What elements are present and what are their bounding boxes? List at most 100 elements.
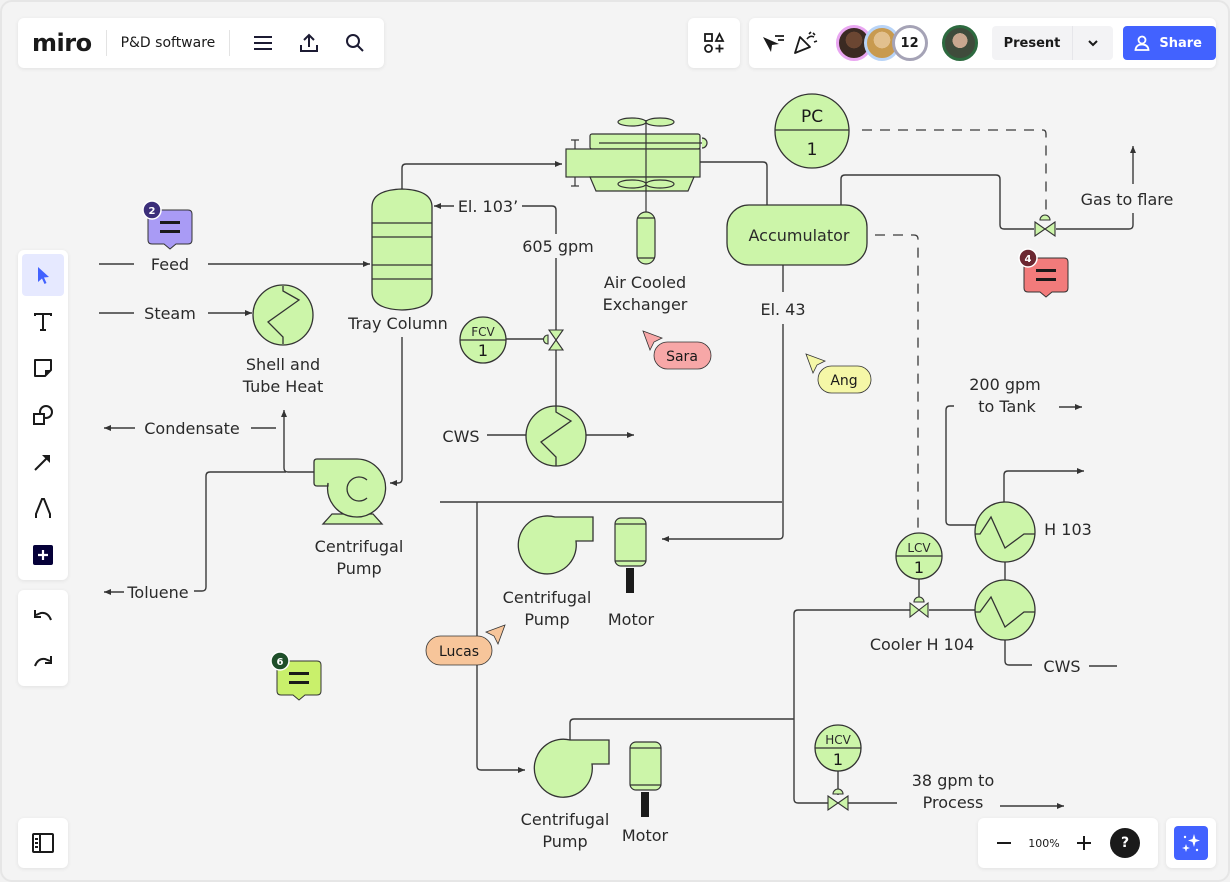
cursor-filter-icon	[763, 35, 785, 52]
comment-count-6: 6	[277, 657, 284, 668]
cursor-lucas: Lucas	[425, 624, 506, 666]
celebrate-icon	[794, 31, 818, 54]
hcv-tag-bottom: 1	[833, 750, 843, 769]
column-bottom-line	[390, 337, 403, 486]
ai-assist-button[interactable]	[1174, 826, 1208, 860]
pen-icon	[35, 498, 51, 519]
label-air-cooled-1: Air Cooled	[604, 273, 686, 292]
column-overhead-line	[401, 161, 562, 189]
redo-button[interactable]	[22, 640, 64, 682]
comment-thread-4[interactable]: 4	[1018, 248, 1069, 298]
label-h103: H 103	[1044, 520, 1092, 539]
cws-exchanger[interactable]	[525, 405, 587, 467]
tool-more[interactable]	[22, 534, 64, 576]
label-pump-3b: Pump	[542, 832, 587, 851]
menu-icon	[254, 36, 273, 50]
label-motor-2: Motor	[622, 826, 669, 845]
fcv-tag-bottom: 1	[478, 341, 488, 360]
label-to-tank: to Tank	[978, 397, 1036, 416]
zoom-in-button[interactable]	[1064, 823, 1104, 863]
sidebar-toggle-panel	[18, 818, 68, 868]
label-cws-2: CWS	[1043, 657, 1080, 676]
collaborator-avatars[interactable]: 12	[835, 25, 978, 61]
centrifugal-pump-2[interactable]	[517, 515, 594, 575]
pid-diagram[interactable]: Feed Steam Shell and Tube Heat Tray Colu…	[2, 2, 1230, 882]
tray-column[interactable]	[371, 188, 433, 311]
motor-2[interactable]	[629, 741, 662, 817]
redo-icon	[34, 656, 52, 667]
label-shell-tube-2: Tube Heat	[242, 377, 324, 396]
label-air-cooled-2: Exchanger	[603, 295, 688, 314]
toluene-line	[194, 471, 286, 592]
pressure-control-valve[interactable]	[1034, 214, 1056, 238]
undo-button[interactable]	[22, 594, 64, 636]
current-user-avatar[interactable]	[941, 25, 978, 61]
search-icon	[346, 34, 364, 52]
sidebar-toggle-button[interactable]	[18, 818, 68, 868]
tool-select[interactable]	[22, 254, 64, 296]
cursor-ang: Ang	[805, 353, 872, 394]
label-accumulator: Accumulator	[748, 226, 849, 245]
search-button[interactable]	[336, 24, 374, 62]
label-pump-1b: Pump	[336, 559, 381, 578]
comment-count-2: 2	[149, 206, 156, 217]
centrifugal-pump-3[interactable]	[533, 738, 610, 798]
tool-shapes[interactable]	[22, 394, 64, 436]
miro-logo[interactable]: miro	[32, 29, 92, 57]
lcv-tag-bottom: 1	[914, 558, 924, 577]
centrifugal-pump-1[interactable]	[313, 458, 387, 525]
label-605-gpm: 605 gpm	[522, 237, 594, 256]
pc-signal-line	[862, 129, 1047, 214]
present-options-button[interactable]	[1073, 23, 1113, 63]
tool-sticky-note[interactable]	[22, 347, 64, 389]
flow-control-valve[interactable]	[542, 329, 565, 351]
heat-exchanger-h103[interactable]	[974, 501, 1036, 563]
cooler-h104[interactable]	[974, 579, 1036, 641]
label-el-43: El. 43	[760, 300, 805, 319]
pc-tag-top: PC	[801, 107, 823, 127]
motor-1[interactable]	[614, 517, 647, 593]
tool-connector[interactable]	[22, 441, 64, 483]
chevron-down-icon	[1088, 40, 1099, 47]
board-title[interactable]: P&D software	[121, 35, 216, 51]
h103-inlet-line	[945, 405, 977, 526]
export-button[interactable]	[290, 24, 328, 62]
cursor-lucas-label: Lucas	[439, 644, 479, 660]
label-cooler-h104: Cooler H 104	[870, 635, 974, 654]
shell-tube-heater[interactable]	[252, 284, 314, 346]
accumulator-vent-line	[840, 174, 1034, 230]
celebrate-button[interactable]	[789, 23, 821, 63]
level-control-valve[interactable]	[909, 596, 929, 619]
plus-icon	[1077, 836, 1091, 850]
present-control: Present	[991, 23, 1114, 63]
zoom-level[interactable]: 100%	[1024, 837, 1064, 850]
tool-pen[interactable]	[22, 488, 64, 530]
label-pump-1a: Centrifugal	[315, 537, 404, 556]
tool-text[interactable]	[22, 301, 64, 343]
gas-flare-line	[1056, 213, 1134, 230]
hand-control-valve[interactable]	[827, 788, 849, 812]
comment-thread-6[interactable]: 6	[270, 651, 322, 701]
comment-thread-2[interactable]: 2	[142, 200, 193, 250]
label-toluene: Toluene	[126, 583, 188, 602]
menu-button[interactable]	[244, 24, 282, 62]
arrow-icon	[34, 454, 50, 471]
history-toolbar	[18, 590, 68, 686]
apps-panel	[688, 18, 740, 68]
user-icon	[1134, 35, 1150, 51]
share-button[interactable]: Share	[1123, 26, 1216, 60]
cursor-sara-label: Sara	[666, 349, 698, 365]
cursor-filter-button[interactable]	[757, 23, 789, 63]
label-el-103: El. 103’	[458, 197, 518, 216]
reflux-line	[522, 205, 557, 234]
present-button[interactable]: Present	[992, 36, 1073, 51]
help-button[interactable]: ?	[1110, 828, 1140, 858]
zoom-out-button[interactable]	[984, 823, 1024, 863]
h103-outlet-line	[1003, 468, 1084, 502]
apps-button[interactable]	[688, 18, 740, 68]
sparkle-icon	[1182, 834, 1200, 852]
collaborator-count[interactable]: 12	[891, 25, 928, 61]
distribution-line	[793, 609, 828, 804]
label-200-gpm: 200 gpm	[969, 375, 1041, 394]
share-label: Share	[1159, 35, 1202, 51]
